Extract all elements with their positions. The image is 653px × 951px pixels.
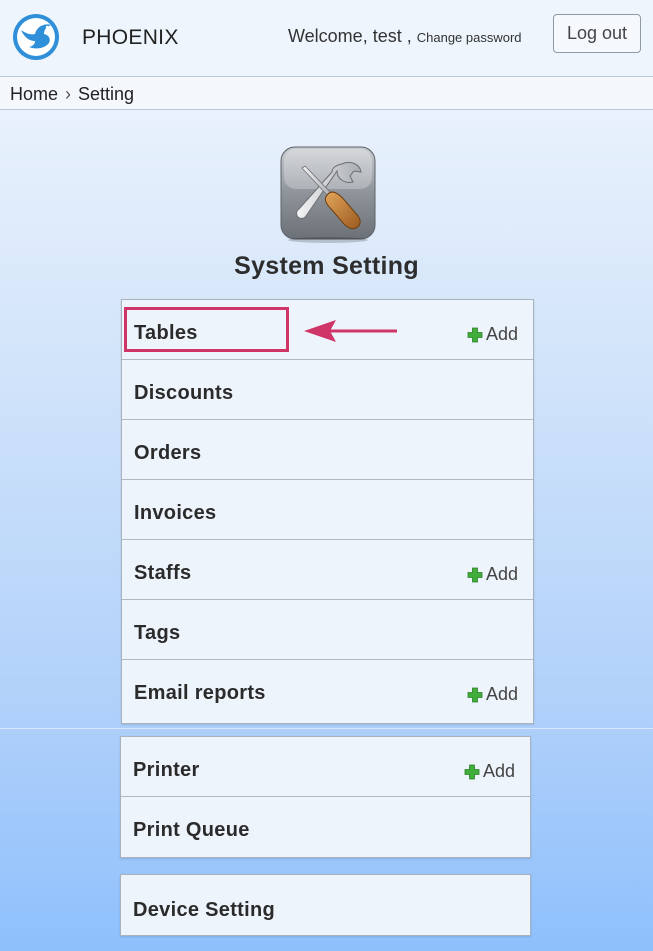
green-plus-icon [467,687,483,702]
row-label: Printer [133,759,200,781]
row-label: Tags [134,622,181,644]
brand-name: PHOENIX [82,26,179,49]
settings-row-printer[interactable]: Printer Add [121,737,530,797]
green-plus-icon [467,327,483,342]
green-plus-icon [464,764,480,779]
settings-row-staffs[interactable]: Staffs Add [122,540,533,600]
settings-row-tags[interactable]: Tags [122,600,533,660]
breadcrumb-current: Setting [78,84,135,104]
add-email-report-button[interactable]: Add [467,684,518,705]
breadcrumb-home[interactable]: Home [10,84,58,104]
row-label: Print Queue [133,819,250,841]
welcome-text: Welcome, test , Change password [288,26,522,47]
row-label: Staffs [134,562,192,584]
section-divider [0,728,653,729]
settings-row-invoices[interactable]: Invoices [122,480,533,540]
add-printer-button[interactable]: Add [464,761,515,782]
row-label: Orders [134,442,202,464]
logout-button[interactable]: Log out [553,14,641,53]
add-staff-button[interactable]: Add [467,564,518,585]
add-label: Add [485,324,518,344]
phoenix-bird-icon[interactable] [11,12,61,62]
add-label: Add [485,684,518,704]
breadcrumb-separator: › [65,84,72,104]
settings-group-device: Device Setting [120,874,531,936]
add-table-button[interactable]: Add [467,324,518,345]
green-plus-icon [467,567,483,582]
left-arrow-icon [304,320,397,342]
breadcrumb: Home › Setting [0,77,653,110]
welcome-greeting: Welcome, test , [288,26,412,46]
row-label: Email reports [134,682,266,704]
page-title: System Setting [234,252,419,280]
wrench-screwdriver-icon [280,146,376,243]
settings-group-printing: Printer Add Print Queue [120,736,531,858]
top-header: PHOENIX Welcome, test , Change password … [0,0,653,77]
row-label: Invoices [134,502,217,524]
change-password-link[interactable]: Change password [417,30,522,45]
add-label: Add [485,564,518,584]
settings-row-orders[interactable]: Orders [122,420,533,480]
settings-group-main: Tables Add Discounts Orders Invoices Sta… [121,299,534,724]
settings-row-email-reports[interactable]: Email reports Add [122,660,533,720]
add-label: Add [482,761,515,781]
settings-row-device-setting[interactable]: Device Setting [121,875,530,935]
row-label: Device Setting [133,899,276,921]
settings-row-print-queue[interactable]: Print Queue [121,797,530,857]
settings-row-discounts[interactable]: Discounts [122,360,533,420]
tables-highlight-box [124,307,289,352]
row-label: Discounts [134,382,234,404]
